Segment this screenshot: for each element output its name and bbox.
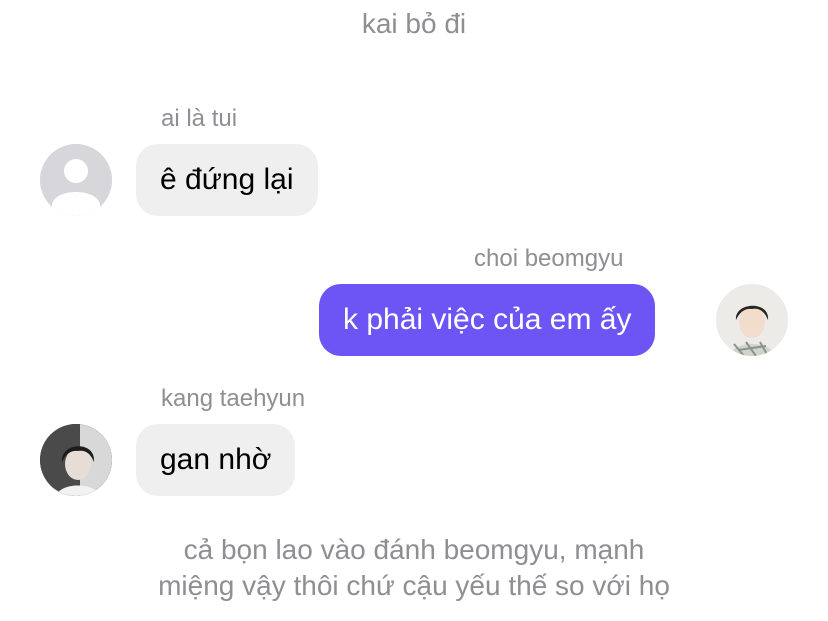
narration-bottom-line-2: miệng vậy thôi chứ cậu yếu thế so với họ: [158, 570, 670, 601]
message-bubble[interactable]: gan nhờ: [136, 424, 296, 496]
sender-name: choi beomgyu: [474, 245, 624, 272]
profile-photo-avatar[interactable]: [40, 424, 112, 496]
narration-top: kai bỏ đi: [361, 8, 467, 39]
sender-name: ai là tui: [161, 105, 238, 132]
profile-photo-avatar[interactable]: [716, 284, 788, 356]
message-bubble[interactable]: ê đứng lại: [136, 144, 318, 216]
narration-bottom-line-1: cả bọn lao vào đánh beomgyu, mạnh: [183, 534, 645, 565]
sender-name: kang taehyun: [161, 385, 306, 412]
message-bubble[interactable]: k phải việc của em ấy: [319, 284, 656, 356]
default-avatar-icon[interactable]: [40, 144, 112, 216]
